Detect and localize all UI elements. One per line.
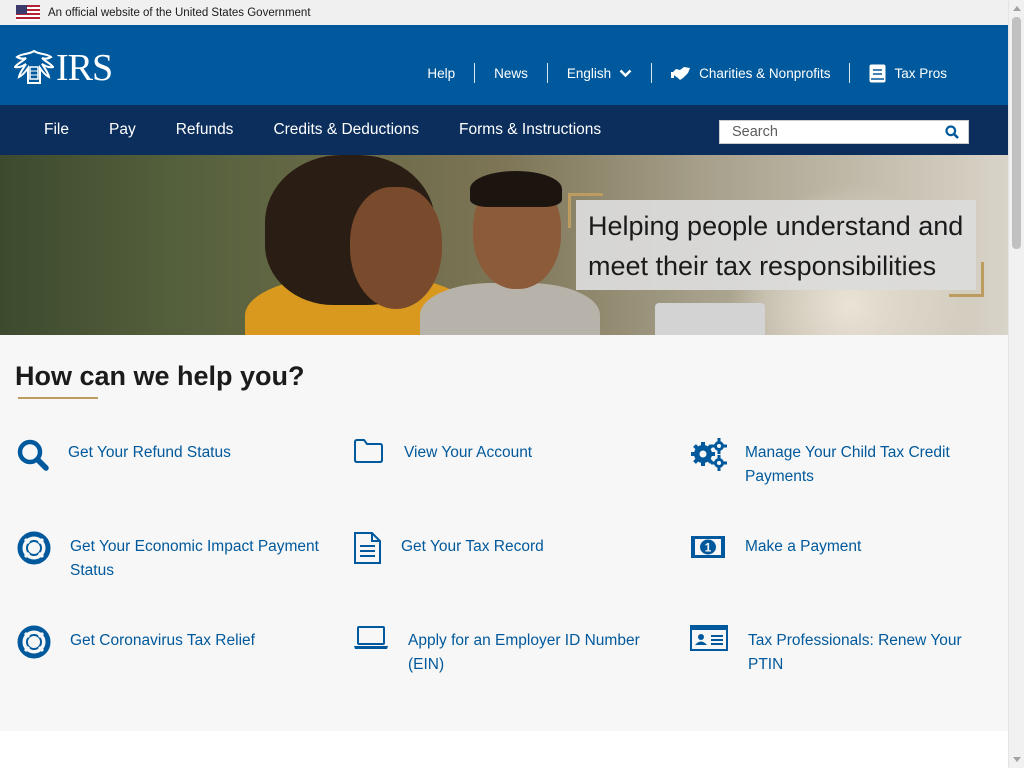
main-nav: File Pay Refunds Credits & Deductions Fo… (0, 105, 1008, 155)
document-icon (354, 532, 381, 564)
link-refund-status[interactable]: Get Your Refund Status (17, 439, 298, 471)
link-label: Get Your Economic Impact Payment Status (70, 538, 319, 579)
site-header: IRS Help News English Charities & Nonpro… (0, 25, 1008, 105)
main-nav-items: File Pay Refunds Credits & Deductions Fo… (24, 105, 621, 155)
divider (849, 63, 851, 83)
link-coronavirus-tax-relief[interactable]: Get Coronavirus Tax Relief (17, 625, 320, 659)
hero-photo-person (470, 171, 562, 207)
gov-banner-text: An official website of the United States… (48, 6, 311, 19)
handshake-icon (671, 67, 691, 80)
link-child-tax-credit[interactable]: Manage Your Child Tax Credit Payments (690, 438, 975, 489)
link-label: Manage Your Child Tax Credit Payments (745, 444, 950, 485)
hero-frame-corner (949, 262, 984, 297)
util-link-label: Charities & Nonprofits (699, 65, 831, 81)
link-label: Get Coronavirus Tax Relief (70, 632, 255, 649)
link-label: Get Your Tax Record (401, 538, 544, 555)
hero-photo-laptop (655, 303, 765, 335)
page-scrollbar[interactable] (1008, 0, 1024, 768)
link-label: Get Your Refund Status (68, 444, 231, 461)
link-renew-ptin[interactable]: Tax Professionals: Renew Your PTIN (690, 625, 998, 677)
gears-icon (691, 438, 727, 471)
utility-nav: Help News English Charities & Nonprofits (408, 63, 966, 83)
nav-item-credits-deductions[interactable]: Credits & Deductions (253, 121, 439, 139)
hero-tagline-card: Helping people understand and meet their… (576, 200, 976, 290)
money-bill-icon: 1 (691, 536, 725, 558)
nav-item-forms-instructions[interactable]: Forms & Instructions (439, 121, 621, 139)
hero-photo-person (420, 283, 600, 335)
link-employer-id-number[interactable]: Apply for an Employer ID Number (EIN) (353, 626, 648, 677)
divider (474, 63, 476, 83)
link-label: Apply for an Employer ID Number (EIN) (408, 632, 640, 673)
search-icon[interactable] (945, 125, 959, 139)
link-view-account[interactable]: View Your Account (353, 439, 634, 465)
link-label: View Your Account (404, 444, 533, 461)
scroll-up-arrow-icon[interactable] (1013, 6, 1021, 11)
link-economic-impact-payment[interactable]: Get Your Economic Impact Payment Status (17, 531, 320, 583)
nav-item-refunds[interactable]: Refunds (156, 121, 254, 139)
title-underline (18, 397, 98, 399)
divider (546, 63, 548, 83)
logo-text: IRS (56, 47, 113, 89)
page: An official website of the United States… (0, 0, 1024, 768)
nav-item-pay[interactable]: Pay (89, 121, 156, 139)
next-section (0, 731, 1008, 768)
util-link-help[interactable]: Help (408, 66, 474, 81)
book-icon (869, 64, 886, 82)
id-card-icon (690, 625, 728, 651)
search-input[interactable] (720, 124, 930, 140)
life-ring-icon (17, 531, 51, 565)
gov-banner: An official website of the United States… (0, 0, 1008, 25)
svg-text:1: 1 (705, 541, 712, 555)
language-selector[interactable]: English (548, 66, 651, 81)
scroll-thumb[interactable] (1012, 17, 1021, 249)
link-label: Tax Professionals: Renew Your PTIN (748, 632, 962, 673)
util-link-tax-pros[interactable]: Tax Pros (850, 64, 966, 83)
util-link-label: Tax Pros (894, 65, 947, 81)
eagle-icon (14, 49, 54, 84)
search-icon (17, 439, 49, 471)
link-tax-record[interactable]: Get Your Tax Record (353, 532, 631, 565)
life-ring-icon (17, 625, 51, 659)
hero-banner: Helping people understand and meet their… (0, 155, 1008, 335)
hero-tagline-line: Helping people understand and (588, 211, 964, 241)
help-title: How can we help you? (15, 361, 305, 391)
chevron-down-icon (619, 69, 632, 77)
divider (651, 63, 653, 83)
irs-logo[interactable]: IRS (14, 47, 113, 89)
link-label: Make a Payment (745, 538, 862, 555)
util-link-label: Help (427, 65, 456, 81)
us-flag-icon (16, 4, 40, 21)
util-link-label: News (494, 65, 528, 81)
laptop-icon (354, 626, 388, 649)
link-make-payment[interactable]: 1 Make a Payment (690, 535, 975, 559)
util-link-news[interactable]: News (475, 66, 547, 81)
help-section: How can we help you? Get Your Refund Sta… (0, 335, 1008, 731)
scroll-down-arrow-icon[interactable] (1013, 757, 1021, 762)
nav-item-file[interactable]: File (24, 121, 89, 139)
hero-photo-person (350, 187, 442, 309)
folder-icon (354, 439, 383, 463)
language-label: English (566, 65, 612, 81)
util-link-charities[interactable]: Charities & Nonprofits (652, 64, 849, 82)
search-box (719, 120, 969, 144)
hero-tagline-line: meet their tax responsibilities (588, 251, 937, 281)
